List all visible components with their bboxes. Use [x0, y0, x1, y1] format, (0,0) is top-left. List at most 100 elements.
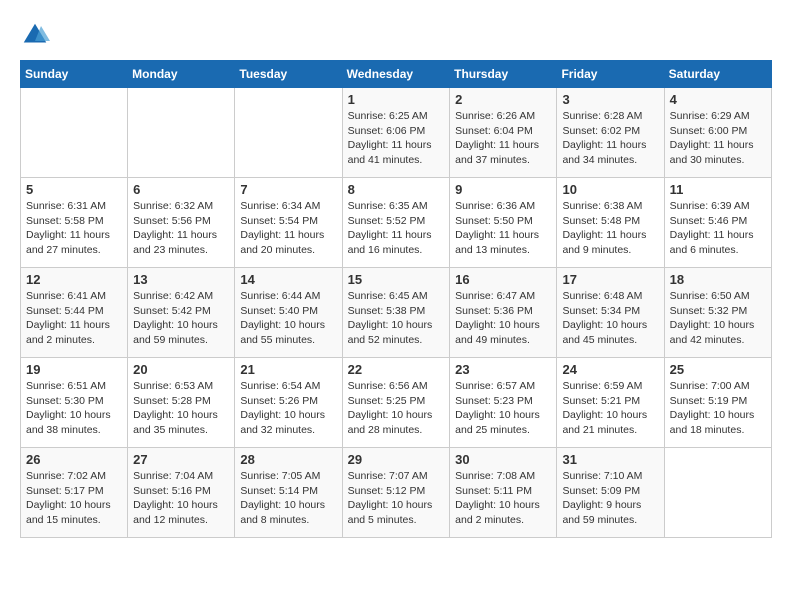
calendar-cell [21, 88, 128, 178]
day-number: 16 [455, 272, 551, 287]
day-number: 5 [26, 182, 122, 197]
day-number: 26 [26, 452, 122, 467]
calendar-cell: 8 Sunrise: 6:35 AM Sunset: 5:52 PM Daylig… [342, 178, 450, 268]
day-number: 22 [348, 362, 445, 377]
calendar-header: SundayMondayTuesdayWednesdayThursdayFrid… [21, 61, 772, 88]
day-number: 9 [455, 182, 551, 197]
calendar-cell [128, 88, 235, 178]
day-info: Sunrise: 7:07 AM Sunset: 5:12 PM Dayligh… [348, 469, 445, 528]
day-number: 31 [562, 452, 658, 467]
calendar-cell: 22 Sunrise: 6:56 AM Sunset: 5:25 PM Dayli… [342, 358, 450, 448]
calendar-cell: 29 Sunrise: 7:07 AM Sunset: 5:12 PM Dayli… [342, 448, 450, 538]
calendar-cell: 31 Sunrise: 7:10 AM Sunset: 5:09 PM Dayli… [557, 448, 664, 538]
day-of-week-header: Thursday [450, 61, 557, 88]
calendar-week-row: 19 Sunrise: 6:51 AM Sunset: 5:30 PM Dayli… [21, 358, 772, 448]
calendar-week-row: 5Sunrise: 6:31 AM Sunset: 5:58 PM Daylig… [21, 178, 772, 268]
day-info: Sunrise: 6:25 AM Sunset: 6:06 PM Dayligh… [348, 109, 445, 168]
calendar-cell: 13Sunrise: 6:42 AM Sunset: 5:42 PM Dayli… [128, 268, 235, 358]
day-info: Sunrise: 7:00 AM Sunset: 5:19 PM Dayligh… [670, 379, 766, 438]
day-number: 8 [348, 182, 445, 197]
day-number: 6 [133, 182, 229, 197]
day-number: 19 [26, 362, 122, 377]
day-number: 18 [670, 272, 766, 287]
calendar-cell: 16Sunrise: 6:47 AM Sunset: 5:36 PM Dayli… [450, 268, 557, 358]
day-number: 3 [562, 92, 658, 107]
day-number: 20 [133, 362, 229, 377]
calendar-cell: 5Sunrise: 6:31 AM Sunset: 5:58 PM Daylig… [21, 178, 128, 268]
calendar-cell: 2 Sunrise: 6:26 AM Sunset: 6:04 PM Daylig… [450, 88, 557, 178]
day-info: Sunrise: 6:34 AM Sunset: 5:54 PM Dayligh… [240, 199, 336, 258]
calendar-week-row: 1 Sunrise: 6:25 AM Sunset: 6:06 PM Daylig… [21, 88, 772, 178]
calendar-cell: 6 Sunrise: 6:32 AM Sunset: 5:56 PM Daylig… [128, 178, 235, 268]
calendar-cell: 11Sunrise: 6:39 AM Sunset: 5:46 PM Dayli… [664, 178, 771, 268]
day-info: Sunrise: 6:28 AM Sunset: 6:02 PM Dayligh… [562, 109, 658, 168]
day-number: 4 [670, 92, 766, 107]
calendar-table: SundayMondayTuesdayWednesdayThursdayFrid… [20, 60, 772, 538]
day-info: Sunrise: 6:48 AM Sunset: 5:34 PM Dayligh… [562, 289, 658, 348]
calendar-cell: 9 Sunrise: 6:36 AM Sunset: 5:50 PM Daylig… [450, 178, 557, 268]
day-info: Sunrise: 6:59 AM Sunset: 5:21 PM Dayligh… [562, 379, 658, 438]
calendar-cell: 25 Sunrise: 7:00 AM Sunset: 5:19 PM Dayli… [664, 358, 771, 448]
calendar-cell: 20 Sunrise: 6:53 AM Sunset: 5:28 PM Dayli… [128, 358, 235, 448]
calendar-cell: 19 Sunrise: 6:51 AM Sunset: 5:30 PM Dayli… [21, 358, 128, 448]
day-info: Sunrise: 6:57 AM Sunset: 5:23 PM Dayligh… [455, 379, 551, 438]
calendar-cell [235, 88, 342, 178]
calendar-week-row: 12 Sunrise: 6:41 AM Sunset: 5:44 PM Dayli… [21, 268, 772, 358]
calendar-cell: 27Sunrise: 7:04 AM Sunset: 5:16 PM Dayli… [128, 448, 235, 538]
calendar-week-row: 26 Sunrise: 7:02 AM Sunset: 5:17 PM Dayli… [21, 448, 772, 538]
calendar-cell: 14 Sunrise: 6:44 AM Sunset: 5:40 PM Dayli… [235, 268, 342, 358]
logo-icon [20, 20, 50, 50]
day-of-week-header: Tuesday [235, 61, 342, 88]
day-info: Sunrise: 6:39 AM Sunset: 5:46 PM Dayligh… [670, 199, 766, 258]
calendar-cell: 12 Sunrise: 6:41 AM Sunset: 5:44 PM Dayli… [21, 268, 128, 358]
day-number: 21 [240, 362, 336, 377]
day-info: Sunrise: 6:44 AM Sunset: 5:40 PM Dayligh… [240, 289, 336, 348]
day-number: 10 [562, 182, 658, 197]
calendar-cell: 24Sunrise: 6:59 AM Sunset: 5:21 PM Dayli… [557, 358, 664, 448]
calendar-body: 1 Sunrise: 6:25 AM Sunset: 6:06 PM Daylig… [21, 88, 772, 538]
day-of-week-header: Sunday [21, 61, 128, 88]
logo [20, 20, 54, 50]
day-number: 28 [240, 452, 336, 467]
day-info: Sunrise: 6:51 AM Sunset: 5:30 PM Dayligh… [26, 379, 122, 438]
days-of-week-row: SundayMondayTuesdayWednesdayThursdayFrid… [21, 61, 772, 88]
calendar-cell: 3 Sunrise: 6:28 AM Sunset: 6:02 PM Daylig… [557, 88, 664, 178]
day-info: Sunrise: 6:32 AM Sunset: 5:56 PM Dayligh… [133, 199, 229, 258]
day-number: 12 [26, 272, 122, 287]
day-of-week-header: Wednesday [342, 61, 450, 88]
day-info: Sunrise: 6:41 AM Sunset: 5:44 PM Dayligh… [26, 289, 122, 348]
day-of-week-header: Saturday [664, 61, 771, 88]
page-header [20, 20, 772, 50]
calendar-cell: 7Sunrise: 6:34 AM Sunset: 5:54 PM Daylig… [235, 178, 342, 268]
day-number: 15 [348, 272, 445, 287]
day-info: Sunrise: 7:02 AM Sunset: 5:17 PM Dayligh… [26, 469, 122, 528]
day-info: Sunrise: 7:10 AM Sunset: 5:09 PM Dayligh… [562, 469, 658, 528]
calendar-cell: 4 Sunrise: 6:29 AM Sunset: 6:00 PM Daylig… [664, 88, 771, 178]
day-info: Sunrise: 7:05 AM Sunset: 5:14 PM Dayligh… [240, 469, 336, 528]
calendar-cell: 26 Sunrise: 7:02 AM Sunset: 5:17 PM Dayli… [21, 448, 128, 538]
calendar-cell: 23Sunrise: 6:57 AM Sunset: 5:23 PM Dayli… [450, 358, 557, 448]
day-info: Sunrise: 6:26 AM Sunset: 6:04 PM Dayligh… [455, 109, 551, 168]
day-number: 2 [455, 92, 551, 107]
day-number: 29 [348, 452, 445, 467]
calendar-cell [664, 448, 771, 538]
day-number: 30 [455, 452, 551, 467]
day-info: Sunrise: 6:36 AM Sunset: 5:50 PM Dayligh… [455, 199, 551, 258]
calendar-cell: 15 Sunrise: 6:45 AM Sunset: 5:38 PM Dayli… [342, 268, 450, 358]
day-number: 25 [670, 362, 766, 377]
calendar-cell: 21 Sunrise: 6:54 AM Sunset: 5:26 PM Dayli… [235, 358, 342, 448]
day-number: 14 [240, 272, 336, 287]
day-number: 17 [562, 272, 658, 287]
day-info: Sunrise: 6:56 AM Sunset: 5:25 PM Dayligh… [348, 379, 445, 438]
day-info: Sunrise: 6:42 AM Sunset: 5:42 PM Dayligh… [133, 289, 229, 348]
day-info: Sunrise: 7:04 AM Sunset: 5:16 PM Dayligh… [133, 469, 229, 528]
day-info: Sunrise: 6:29 AM Sunset: 6:00 PM Dayligh… [670, 109, 766, 168]
day-info: Sunrise: 7:08 AM Sunset: 5:11 PM Dayligh… [455, 469, 551, 528]
day-info: Sunrise: 6:45 AM Sunset: 5:38 PM Dayligh… [348, 289, 445, 348]
day-info: Sunrise: 6:53 AM Sunset: 5:28 PM Dayligh… [133, 379, 229, 438]
calendar-cell: 1 Sunrise: 6:25 AM Sunset: 6:06 PM Daylig… [342, 88, 450, 178]
day-info: Sunrise: 6:35 AM Sunset: 5:52 PM Dayligh… [348, 199, 445, 258]
day-number: 1 [348, 92, 445, 107]
day-info: Sunrise: 6:54 AM Sunset: 5:26 PM Dayligh… [240, 379, 336, 438]
day-info: Sunrise: 6:50 AM Sunset: 5:32 PM Dayligh… [670, 289, 766, 348]
